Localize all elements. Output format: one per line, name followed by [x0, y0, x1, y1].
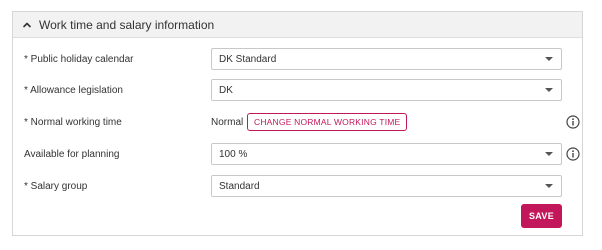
public-holiday-calendar-select[interactable]: DK Standard: [211, 48, 562, 70]
public-holiday-calendar-label: * Public holiday calendar: [24, 53, 134, 65]
allowance-legislation-label: * Allowance legislation: [24, 84, 123, 96]
info-icon[interactable]: [566, 147, 580, 161]
chevron-up-icon[interactable]: [21, 19, 33, 31]
allowance-legislation-select[interactable]: DK: [211, 79, 562, 101]
change-normal-working-time-button[interactable]: CHANGE NORMAL WORKING TIME: [247, 113, 408, 131]
available-for-planning-select[interactable]: 100 %: [211, 143, 562, 165]
caret-down-icon: [545, 184, 553, 188]
work-time-salary-panel: Work time and salary information * Publi…: [12, 11, 583, 236]
row-public-holiday-calendar: * Public holiday calendar DK Standard: [13, 48, 582, 70]
salary-group-value: Standard: [219, 180, 260, 192]
allowance-legislation-value: DK: [219, 84, 233, 96]
section-title: Work time and salary information: [39, 17, 215, 32]
row-normal-working-time: * Normal working time Normal CHANGE NORM…: [13, 111, 582, 133]
salary-group-label: * Salary group: [24, 180, 88, 192]
section-header[interactable]: Work time and salary information: [13, 12, 582, 38]
available-for-planning-label: Available for planning: [24, 148, 120, 160]
row-allowance-legislation: * Allowance legislation DK: [13, 79, 582, 101]
available-for-planning-value: 100 %: [219, 148, 248, 160]
caret-down-icon: [545, 57, 553, 61]
normal-working-time-label: * Normal working time: [24, 116, 122, 128]
normal-working-time-value: Normal: [211, 116, 244, 128]
salary-group-select[interactable]: Standard: [211, 175, 562, 197]
info-icon[interactable]: [566, 115, 580, 129]
caret-down-icon: [545, 152, 553, 156]
row-available-for-planning: Available for planning 100 %: [13, 143, 582, 165]
row-salary-group: * Salary group Standard: [13, 175, 582, 197]
public-holiday-calendar-value: DK Standard: [219, 53, 277, 65]
caret-down-icon: [545, 88, 553, 92]
save-button[interactable]: SAVE: [521, 204, 562, 228]
